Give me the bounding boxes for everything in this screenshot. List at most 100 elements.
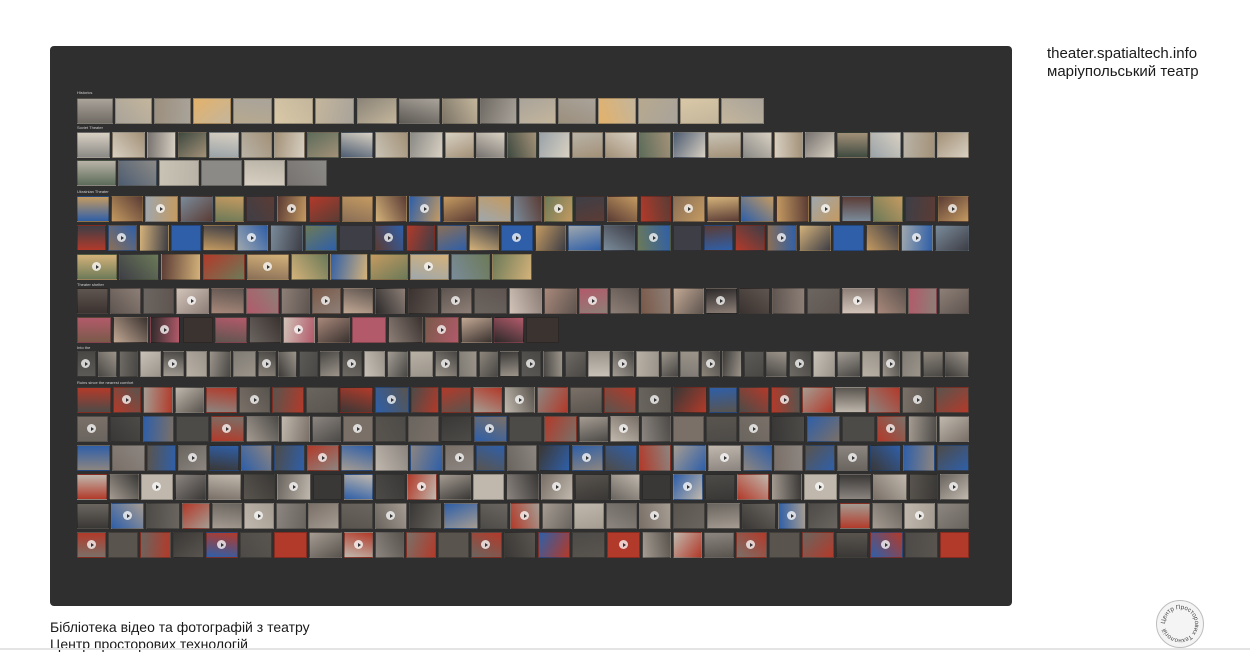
media-thumbnail[interactable] [242, 474, 276, 500]
media-thumbnail[interactable] [77, 387, 111, 413]
media-thumbnail[interactable] [837, 445, 868, 471]
media-thumbnail[interactable] [504, 387, 535, 413]
media-thumbnail[interactable] [375, 196, 407, 222]
media-thumbnail[interactable] [77, 416, 108, 442]
media-thumbnail[interactable] [701, 351, 721, 377]
media-thumbnail[interactable] [834, 387, 867, 413]
media-thumbnail[interactable] [602, 225, 636, 251]
media-thumbnail[interactable] [278, 351, 297, 377]
media-thumbnail[interactable] [440, 288, 473, 314]
media-thumbnail[interactable] [743, 445, 773, 471]
media-thumbnail[interactable] [179, 196, 214, 222]
media-thumbnail[interactable] [341, 351, 362, 377]
media-thumbnail[interactable] [111, 132, 146, 158]
media-thumbnail[interactable] [443, 196, 476, 222]
media-thumbnail[interactable] [215, 317, 247, 343]
media-thumbnail[interactable] [77, 351, 96, 377]
media-thumbnail[interactable] [111, 503, 145, 529]
media-thumbnail[interactable] [799, 225, 831, 251]
media-thumbnail[interactable] [610, 474, 640, 500]
media-thumbnail[interactable] [801, 532, 834, 558]
media-thumbnail[interactable] [281, 288, 310, 314]
media-thumbnail[interactable] [472, 474, 505, 500]
media-thumbnail[interactable] [203, 254, 245, 280]
media-thumbnail[interactable] [375, 503, 408, 529]
media-thumbnail[interactable] [521, 351, 541, 377]
media-thumbnail[interactable] [147, 132, 177, 158]
media-thumbnail[interactable] [243, 160, 285, 186]
media-thumbnail[interactable] [597, 98, 637, 124]
media-thumbnail[interactable] [212, 503, 242, 529]
media-thumbnail[interactable] [329, 254, 368, 280]
media-thumbnail[interactable] [704, 474, 736, 500]
media-thumbnail[interactable] [341, 196, 373, 222]
media-thumbnail[interactable] [635, 351, 659, 377]
media-thumbnail[interactable] [871, 503, 903, 529]
media-thumbnail[interactable] [604, 445, 637, 471]
media-thumbnail[interactable] [77, 288, 108, 314]
media-thumbnail[interactable] [861, 351, 880, 377]
media-thumbnail[interactable] [145, 196, 178, 222]
media-thumbnail[interactable] [308, 532, 343, 558]
media-thumbnail[interactable] [153, 98, 192, 124]
media-thumbnail[interactable] [142, 416, 175, 442]
media-thumbnail[interactable] [479, 503, 509, 529]
media-thumbnail[interactable] [340, 387, 373, 413]
media-thumbnail[interactable] [311, 288, 342, 314]
media-thumbnail[interactable] [241, 132, 272, 158]
media-thumbnail[interactable] [108, 532, 139, 558]
media-thumbnail[interactable] [424, 317, 460, 343]
media-thumbnail[interactable] [113, 317, 149, 343]
media-thumbnail[interactable] [868, 387, 900, 413]
media-thumbnail[interactable] [575, 196, 606, 222]
media-thumbnail[interactable] [405, 225, 435, 251]
media-thumbnail[interactable] [273, 98, 313, 124]
media-thumbnail[interactable] [375, 474, 405, 500]
media-thumbnail[interactable] [445, 132, 475, 158]
media-thumbnail[interactable] [869, 445, 901, 471]
media-thumbnail[interactable] [812, 351, 835, 377]
media-thumbnail[interactable] [842, 196, 872, 222]
media-thumbnail[interactable] [141, 474, 173, 500]
media-thumbnail[interactable] [306, 445, 339, 471]
media-thumbnail[interactable] [343, 416, 373, 442]
media-thumbnail[interactable] [176, 288, 209, 314]
media-thumbnail[interactable] [388, 317, 423, 343]
media-thumbnail[interactable] [705, 288, 737, 314]
media-thumbnail[interactable] [77, 225, 106, 251]
media-thumbnail[interactable] [356, 98, 397, 124]
media-thumbnail[interactable] [811, 196, 841, 222]
media-thumbnail[interactable] [873, 474, 907, 500]
media-thumbnail[interactable] [902, 445, 935, 471]
media-thumbnail[interactable] [178, 445, 208, 471]
media-thumbnail[interactable] [939, 474, 969, 500]
media-thumbnail[interactable] [866, 225, 899, 251]
media-thumbnail[interactable] [474, 416, 507, 442]
media-thumbnail[interactable] [246, 196, 276, 222]
media-thumbnail[interactable] [352, 317, 387, 343]
media-thumbnail[interactable] [317, 317, 351, 343]
media-thumbnail[interactable] [77, 503, 110, 529]
media-thumbnail[interactable] [444, 503, 478, 529]
media-thumbnail[interactable] [406, 474, 438, 500]
media-thumbnail[interactable] [607, 196, 638, 222]
media-thumbnail[interactable] [77, 98, 114, 124]
media-thumbnail[interactable] [606, 503, 638, 529]
media-thumbnail[interactable] [147, 445, 177, 471]
media-thumbnail[interactable] [935, 225, 969, 251]
media-thumbnail[interactable] [707, 503, 741, 529]
media-thumbnail[interactable] [305, 387, 339, 413]
media-thumbnail[interactable] [544, 196, 574, 222]
media-thumbnail[interactable] [270, 225, 303, 251]
media-thumbnail[interactable] [775, 196, 810, 222]
media-thumbnail[interactable] [706, 196, 739, 222]
media-thumbnail[interactable] [837, 132, 868, 158]
media-thumbnail[interactable] [311, 416, 342, 442]
media-thumbnail[interactable] [673, 132, 706, 158]
media-thumbnail[interactable] [450, 254, 491, 280]
media-thumbnail[interactable] [341, 503, 373, 529]
media-thumbnail[interactable] [568, 225, 601, 251]
media-thumbnail[interactable] [673, 416, 704, 442]
media-thumbnail[interactable] [673, 445, 706, 471]
media-thumbnail[interactable] [638, 445, 671, 471]
